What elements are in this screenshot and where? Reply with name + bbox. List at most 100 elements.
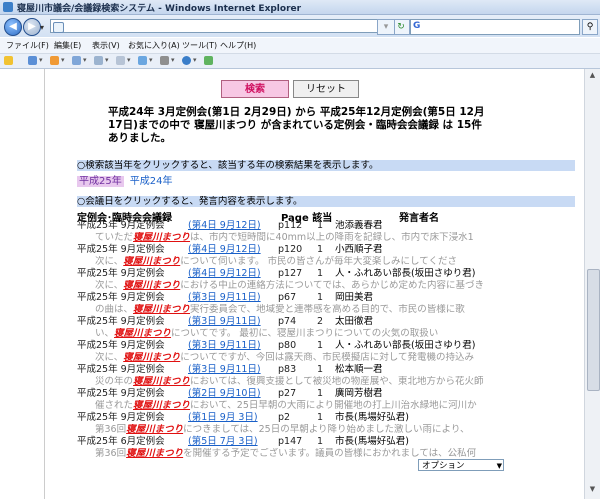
result-row: 平成25年 9月定例会 (第4日 9月12日) p120 1 小西順子君 — [77, 244, 583, 256]
result-date-link[interactable]: (第4日 9月12日) — [188, 268, 261, 280]
snippet-text-before: 次に、 — [95, 280, 124, 291]
result-page: p83 — [278, 364, 297, 375]
result-speaker: 市長(馬場好弘君) — [335, 436, 409, 447]
result-date-link[interactable]: (第4日 9月12日) — [188, 220, 261, 232]
result-page: p74 — [278, 316, 297, 327]
menu-help[interactable]: ヘルプ(H) — [220, 40, 256, 51]
result-row: 平成25年 9月定例会 (第3日 9月11日) p80 1 人・ふれあい部長(坂田さゆり… — [77, 340, 583, 352]
result-page: p147 — [278, 436, 303, 447]
menu-file[interactable]: ファイル(F) — [6, 40, 49, 51]
feeds-icon[interactable] — [50, 56, 59, 65]
result-snippet: 催された寝屋川まつりにおいて、25日早朝の大雨により開催地の打上川治水緑地に河川… — [77, 400, 583, 412]
snippet-text-after: は、市内で短時間に40mm以上の降雨を記録し、市内で床下浸水1 — [190, 232, 474, 243]
back-icon[interactable]: ◀ — [4, 18, 22, 36]
scroll-down-icon[interactable]: ▼ — [586, 485, 599, 497]
year-links: 平成25年 平成24年 — [77, 172, 172, 187]
result-date-link[interactable]: (第5日 7月 3日) — [188, 436, 258, 448]
menu-view[interactable]: 表示(V) — [92, 40, 120, 51]
year-hint: ○検索該当年をクリックすると、該当する年の検索結果を表示します。 — [77, 160, 575, 171]
help-dropdown-icon[interactable]: ▾ — [193, 56, 197, 64]
favorites-star-icon[interactable] — [4, 56, 13, 65]
option-select-value: オプション — [422, 461, 465, 471]
search-box[interactable]: G — [410, 19, 580, 35]
result-row: 平成25年 9月定例会 (第4日 9月12日) p127 1 人・ふれあい部長(坂田さゆ… — [77, 268, 583, 280]
forward-icon[interactable]: ▶ — [23, 18, 41, 36]
result-page: p67 — [278, 292, 297, 303]
menu-edit[interactable]: 編集(E) — [54, 40, 81, 51]
snippet-text-after: において、25日早朝の大雨により開催地の打上川治水緑地に河川か — [190, 400, 477, 411]
result-count: 1 — [317, 244, 324, 255]
result-count: 1 — [317, 268, 324, 279]
research-icon[interactable] — [204, 56, 213, 65]
result-speaker: 池添義春君 — [335, 220, 383, 231]
tools-dropdown-icon[interactable]: ▾ — [171, 56, 175, 64]
menu-favorites[interactable]: お気に入り(A) — [128, 40, 180, 51]
safety-icon[interactable] — [138, 56, 147, 65]
result-row: 平成25年 9月定例会 (第3日 9月11日) p67 1 岡田美君 — [77, 292, 583, 304]
address-dropdown-icon[interactable]: ▾ — [377, 19, 395, 35]
page-menu-dropdown-icon[interactable]: ▾ — [127, 56, 131, 64]
scroll-up-icon[interactable]: ▲ — [586, 71, 599, 83]
result-speaker: 人・ふれあい部長(坂田さゆり君) — [335, 340, 476, 351]
result-page: p120 — [278, 244, 303, 255]
snippet-keyword: 寝屋川まつり — [123, 352, 181, 363]
tools-gear-icon[interactable] — [160, 56, 169, 65]
result-count: 1 — [317, 388, 324, 399]
result-count: 1 — [317, 340, 324, 351]
page-icon — [53, 22, 64, 33]
result-meeting: 平成25年 9月定例会 — [77, 244, 165, 255]
navigation-bar: ◀ ▶ ▾ ↻ ▾ G ⚲ — [0, 15, 600, 37]
result-date-link[interactable]: (第3日 9月11日) — [188, 292, 261, 304]
mail-icon[interactable] — [72, 56, 81, 65]
address-bar[interactable] — [50, 19, 390, 33]
result-count: 1 — [317, 436, 324, 447]
result-row: 平成25年 6月定例会 (第5日 7月 3日) p147 1 市長(馬場好弘君) — [77, 436, 583, 448]
home-icon[interactable] — [28, 56, 37, 65]
search-button[interactable]: 検索 — [221, 80, 289, 98]
result-meeting: 平成25年 9月定例会 — [77, 364, 165, 375]
result-meeting: 平成25年 9月定例会 — [77, 388, 165, 399]
mail-dropdown-icon[interactable]: ▾ — [83, 56, 87, 64]
snippet-text-before: の曲は、 — [95, 304, 134, 315]
print-icon[interactable] — [94, 56, 103, 65]
chevron-down-icon: ▼ — [496, 462, 502, 470]
search-go-icon[interactable]: ⚲ — [582, 19, 598, 35]
result-speaker: 廣岡芳樹君 — [335, 388, 383, 399]
year-link-h24[interactable]: 平成24年 — [130, 176, 173, 187]
home-dropdown-icon[interactable]: ▾ — [39, 56, 43, 64]
help-icon[interactable] — [182, 56, 191, 65]
snippet-text-after: につきましては、25日の早朝より降り始めました激しい雨により、 — [183, 424, 470, 435]
google-icon: G — [413, 21, 421, 31]
page-menu-icon[interactable] — [116, 56, 125, 65]
option-select[interactable]: オプション ▼ — [418, 459, 504, 471]
reset-button[interactable]: リセット — [293, 80, 359, 98]
result-date-link[interactable]: (第3日 9月11日) — [188, 316, 261, 328]
menu-tools[interactable]: ツール(T) — [182, 40, 217, 51]
history-dropdown-icon[interactable]: ▾ — [40, 23, 44, 32]
snippet-keyword: 寝屋川まつり — [123, 280, 181, 291]
result-date-link[interactable]: (第2日 9月10日) — [188, 388, 261, 400]
result-snippet: ていただ寝屋川まつりは、市内で短時間に40mm以上の降雨を記録し、市内で床下浸水… — [77, 232, 583, 244]
year-link-h25[interactable]: 平成25年 — [77, 176, 124, 187]
snippet-keyword: 寝屋川まつり — [133, 304, 191, 315]
result-count: 2 — [317, 316, 324, 327]
result-list: 平成25年 9月定例会 (第4日 9月12日) p112 1 池添義春君 ていただ寝屋川ま… — [77, 220, 583, 460]
feeds-dropdown-icon[interactable]: ▾ — [61, 56, 65, 64]
result-meeting: 平成25年 9月定例会 — [77, 268, 165, 279]
result-meeting: 平成25年 9月定例会 — [77, 412, 165, 423]
safety-dropdown-icon[interactable]: ▾ — [149, 56, 153, 64]
print-dropdown-icon[interactable]: ▾ — [105, 56, 109, 64]
result-speaker: 市長(馬場好弘君) — [335, 412, 409, 423]
result-meeting: 平成25年 9月定例会 — [77, 292, 165, 303]
snippet-text-before: 催された — [95, 400, 134, 411]
result-page: p2 — [278, 412, 291, 423]
result-date-link[interactable]: (第1日 9月 3日) — [188, 412, 258, 424]
result-date-link[interactable]: (第3日 9月11日) — [188, 340, 261, 352]
scroll-thumb[interactable] — [587, 269, 600, 391]
snippet-text-after: 実行委員会で、地域愛と連帯感を高める目的で、市民の皆様に歌 — [190, 304, 465, 315]
result-date-link[interactable]: (第4日 9月12日) — [188, 244, 261, 256]
snippet-text-after: について伺います。 市民の皆さんが毎年大変楽しみにしてくださ — [180, 256, 457, 267]
result-date-link[interactable]: (第3日 9月11日) — [188, 364, 261, 376]
snippet-keyword: 寝屋川まつり — [123, 256, 181, 267]
vertical-scrollbar[interactable]: ▲ ▼ — [584, 69, 600, 499]
